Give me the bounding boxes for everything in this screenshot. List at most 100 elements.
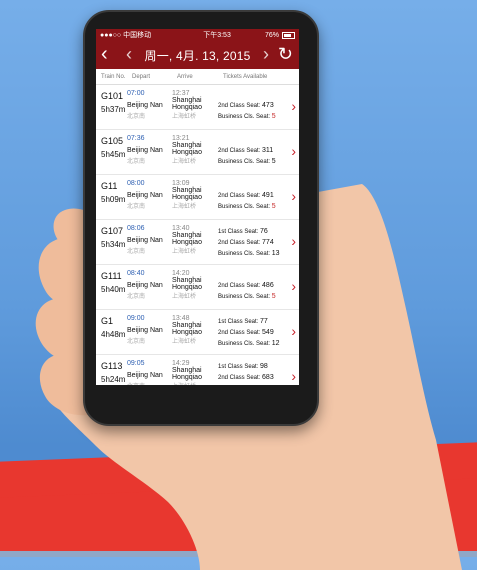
train-cell: G11 5h09m bbox=[96, 175, 127, 219]
col-train-no: Train No. bbox=[101, 73, 126, 80]
train-duration: 5h40m bbox=[101, 285, 126, 294]
depart-station-cn: 北京南 bbox=[127, 339, 146, 345]
chevron-right-icon[interactable]: › bbox=[291, 189, 296, 203]
depart-station: Beijing Nan bbox=[127, 372, 163, 379]
arrive-station-cn: 上海虹桥 bbox=[172, 381, 218, 385]
seat-3-label: Business Cls. Seat: bbox=[218, 114, 271, 120]
train-cell: G107 5h34m bbox=[96, 220, 127, 264]
seat-3-value: 5 bbox=[271, 113, 276, 120]
battery-percent: 76% bbox=[264, 31, 279, 39]
chevron-right-icon[interactable]: › bbox=[291, 369, 296, 383]
tickets-cell: 2nd Class Seat: 311 Business Cls. Seat: 5 bbox=[218, 130, 288, 174]
depart-station-cn: 北京南 bbox=[127, 294, 146, 300]
train-row[interactable]: G1 4h48m 09:00 Beijing Nan 北京南 13:48 Shanghai H… bbox=[96, 310, 299, 355]
train-row[interactable]: G111 5h40m 08:40 Beijing Nan 北京南 14:20 Shangha… bbox=[96, 265, 299, 310]
seat-3-value: 13 bbox=[271, 250, 280, 257]
depart-station-cn: 北京南 bbox=[127, 249, 146, 255]
seat-2-label: 2nd Class Seat: bbox=[218, 283, 261, 289]
chevron-right-icon[interactable]: › bbox=[291, 234, 296, 248]
train-row[interactable]: G107 5h34m 08:06 Beijing Nan 北京南 13:40 Shangha… bbox=[96, 220, 299, 265]
train-duration: 5h45m bbox=[101, 150, 126, 159]
seat-3-value: 5 bbox=[271, 158, 276, 165]
arrive-station-line1: Shanghai bbox=[172, 367, 202, 374]
seat-3-value: 12 bbox=[271, 340, 280, 347]
arrive-station-cn: 上海虹桥 bbox=[172, 114, 197, 120]
seat-3-label: Business Cls. Seat: bbox=[218, 251, 271, 257]
seat-line-3: Business Cls. Seat: 5 bbox=[218, 293, 288, 300]
train-duration: 5h34m bbox=[101, 240, 126, 249]
arrive-station-line2: Hongqiao bbox=[172, 239, 202, 246]
seat-3-value: 5 bbox=[271, 293, 276, 300]
seat-2-label: 2nd Class Seat: bbox=[218, 103, 261, 109]
depart-cell: 07:00 Beijing Nan 北京南 bbox=[127, 85, 172, 129]
depart-time: 07:36 bbox=[127, 135, 145, 142]
next-day-button[interactable]: › bbox=[263, 44, 269, 64]
arrive-station-cn: 上海虹桥 bbox=[172, 204, 197, 210]
train-duration: 5h09m bbox=[101, 195, 126, 204]
train-row[interactable]: G101 5h37m 07:00 Beijing Nan 北京南 12:37 Shangha… bbox=[96, 85, 299, 130]
train-duration: 4h48m bbox=[101, 330, 126, 339]
train-number: G1 bbox=[101, 316, 114, 326]
arrive-cell: 12:37 Shanghai Hongqiao 上海虹桥 bbox=[172, 85, 218, 129]
seat-line-2: 2nd Class Seat: 311 bbox=[218, 147, 288, 154]
arrive-station-cn: 上海虹桥 bbox=[172, 159, 197, 165]
seat-line-2: 2nd Class Seat: 473 bbox=[218, 102, 288, 109]
chevron-right-icon[interactable]: › bbox=[291, 99, 296, 113]
arrive-station-line2: Hongqiao bbox=[172, 149, 202, 156]
train-row[interactable]: G11 5h09m 08:00 Beijing Nan 北京南 13:09 Shanghai… bbox=[96, 175, 299, 220]
back-button[interactable]: ‹ bbox=[101, 44, 108, 64]
depart-station: Beijing Nan bbox=[127, 237, 163, 244]
depart-station: Beijing Nan bbox=[127, 282, 163, 289]
battery-icon bbox=[281, 31, 295, 39]
depart-station: Beijing Nan bbox=[127, 102, 163, 109]
train-number: G11 bbox=[101, 181, 118, 191]
arrive-cell: 13:21 Shanghai Hongqiao 上海虹桥 bbox=[172, 130, 218, 174]
seat-2-value: 311 bbox=[262, 147, 274, 154]
arrive-time: 13:48 bbox=[172, 315, 190, 322]
chevron-right-icon[interactable]: › bbox=[291, 279, 296, 293]
depart-station: Beijing Nan bbox=[127, 147, 163, 154]
arrive-cell: 13:40 Shanghai Hongqiao 上海虹桥 bbox=[172, 220, 218, 264]
tickets-cell: 1st Class Seat: 77 2nd Class Seat: 549 Bus… bbox=[218, 310, 288, 354]
seat-2-label: 2nd Class Seat: bbox=[218, 330, 261, 336]
tickets-cell: 2nd Class Seat: 486 Business Cls. Seat: 5 bbox=[218, 265, 288, 309]
seat-2-label: 2nd Class Seat: bbox=[218, 240, 261, 246]
col-arrive: Arrive bbox=[177, 73, 193, 80]
column-headers: Train No. Depart Arrive Tickets Availabl… bbox=[96, 69, 299, 85]
depart-cell: 08:06 Beijing Nan 北京南 bbox=[127, 220, 172, 264]
arrive-time: 13:40 bbox=[172, 225, 190, 232]
seat-1-label: 1st Class Seat: bbox=[218, 319, 259, 325]
arrive-station-line2: Hongqiao bbox=[172, 329, 202, 336]
arrive-station-line1: Shanghai bbox=[172, 142, 202, 149]
battery-indicator: 76% bbox=[264, 31, 295, 39]
train-cell: G105 5h45m bbox=[96, 130, 127, 174]
chevron-right-icon[interactable]: › bbox=[291, 324, 296, 338]
col-depart: Depart bbox=[132, 73, 151, 80]
seat-1-label: 1st Class Seat: bbox=[218, 364, 259, 370]
seat-1-label: 1st Class Seat: bbox=[218, 229, 259, 235]
refresh-icon[interactable]: ↻ bbox=[278, 44, 293, 64]
seat-2-value: 486 bbox=[262, 282, 274, 289]
arrive-station-line1: Shanghai bbox=[172, 232, 202, 239]
arrive-station-line1: Shanghai bbox=[172, 97, 202, 104]
date-title: 周一, 4月. 13, 2015 bbox=[144, 48, 251, 63]
carrier-label: ●●●○○ 中国移动 bbox=[100, 32, 152, 39]
arrive-time: 13:09 bbox=[172, 180, 190, 187]
seat-line-2: 2nd Class Seat: 549 bbox=[218, 329, 288, 336]
seat-line-2: 2nd Class Seat: 774 bbox=[218, 239, 288, 246]
chevron-right-icon[interactable]: › bbox=[291, 144, 296, 158]
previous-day-button[interactable]: ‹ bbox=[126, 44, 132, 64]
depart-time: 07:00 bbox=[127, 90, 145, 97]
seat-line-3: Business Cls. Seat: 5 bbox=[218, 113, 288, 120]
seat-2-value: 491 bbox=[262, 192, 274, 199]
train-row[interactable]: G1135h24m09:05Beijing Nan北京南14:29Shangha… bbox=[96, 355, 299, 385]
arrive-station-line2: Hongqiao bbox=[172, 104, 202, 111]
depart-time: 08:06 bbox=[127, 225, 145, 232]
train-row[interactable]: G105 5h45m 07:36 Beijing Nan 北京南 13:21 Shangha… bbox=[96, 130, 299, 175]
depart-station-cn: 北京南 bbox=[127, 114, 146, 120]
tickets-cell: 1st Class Seat: 76 2nd Class Seat: 774 Bus… bbox=[218, 220, 288, 264]
tickets-cell: 2nd Class Seat: 491 Business Cls. Seat: 5 bbox=[218, 175, 288, 219]
seat-line-3: Business Cls. Seat: 5 bbox=[218, 203, 288, 210]
arrive-station-cn: 上海虹桥 bbox=[172, 249, 197, 255]
depart-cell: 08:40 Beijing Nan 北京南 bbox=[127, 265, 172, 309]
